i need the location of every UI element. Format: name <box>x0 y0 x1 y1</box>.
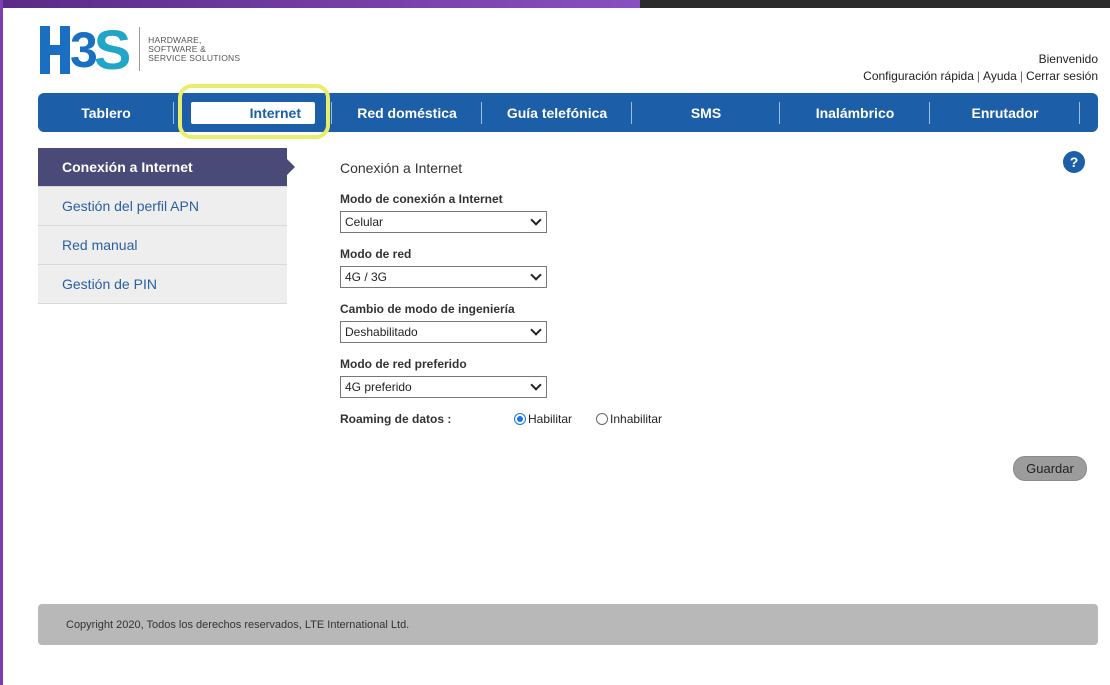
chevron-down-icon <box>530 324 542 336</box>
connection-mode-select[interactable]: Celular <box>340 211 547 233</box>
sidebar-item-conexion-internet[interactable]: Conexión a Internet <box>38 148 295 187</box>
sidebar: Conexión a Internet Gestión del perfil A… <box>38 148 295 304</box>
roaming-disable-option[interactable]: Inhabilitar <box>596 412 662 426</box>
logo-letter-s: S <box>93 18 132 81</box>
engineering-mode-label: Cambio de modo de ingeniería <box>340 302 515 316</box>
header-links: Configuración rápida | Ayuda | Cerrar sesión <box>863 69 1098 83</box>
save-button[interactable]: Guardar <box>1013 456 1087 481</box>
engineering-mode-select[interactable]: Deshabilitado <box>340 321 547 343</box>
nav-tab-label: SMS <box>690 104 722 121</box>
copyright-text: Copyright 2020, Todos los derechos reser… <box>66 618 410 631</box>
main-content: Conexión a Internet Modo de conexión a I… <box>340 160 1080 426</box>
main-nav: Tablero Internet Red doméstica Guía tele… <box>38 93 1098 132</box>
nav-tab-guia-telefonica[interactable]: Guía telefónica <box>482 93 632 132</box>
footer: Copyright 2020, Todos los derechos reser… <box>38 604 1098 645</box>
nav-tab-label: Guía telefónica <box>506 104 608 121</box>
sidebar-item-gestion-pin[interactable]: Gestión de PIN <box>38 265 287 304</box>
page-title: Conexión a Internet <box>340 160 463 176</box>
quick-setup-link[interactable]: Configuración rápida <box>863 69 974 83</box>
window-top-accent <box>0 0 640 8</box>
logo-divider <box>139 27 141 71</box>
network-mode-value: 4G / 3G <box>345 270 388 284</box>
preferred-network-select[interactable]: 4G preferido <box>340 376 547 398</box>
chevron-down-icon <box>530 269 542 281</box>
preferred-network-value: 4G preferido <box>345 380 412 394</box>
nav-tab-label: Tablero <box>81 104 131 121</box>
link-separator: | <box>1019 69 1023 83</box>
help-link[interactable]: Ayuda <box>983 69 1017 83</box>
nav-tab-inalambrico[interactable]: Inalámbrico <box>780 93 930 132</box>
engineering-mode-value: Deshabilitado <box>345 325 418 339</box>
chevron-down-icon <box>530 214 542 226</box>
nav-tab-label: Enrutador <box>971 104 1039 121</box>
nav-tab-tablero[interactable]: Tablero <box>38 93 174 132</box>
sidebar-item-perfil-apn[interactable]: Gestión del perfil APN <box>38 187 287 226</box>
nav-tab-internet[interactable]: Internet <box>174 93 332 132</box>
radio-icon[interactable] <box>596 413 609 425</box>
welcome-text: Bienvenido <box>1038 52 1098 66</box>
link-separator: | <box>976 69 981 83</box>
data-roaming-row: Roaming de datos : Habilitar Inhabilitar <box>340 412 1080 426</box>
brand-logo: 3 S HARDWARE, SOFTWARE & SERVICE SOLUTIO… <box>40 18 241 81</box>
logo-tagline-line-3: SERVICE SOLUTIONS <box>148 52 241 63</box>
data-roaming-label: Roaming de datos : <box>340 412 452 426</box>
roaming-enable-label: Habilitar <box>528 412 573 426</box>
chevron-down-icon <box>530 379 542 391</box>
window-top-bar <box>0 0 1110 8</box>
nav-tab-label: Red doméstica <box>357 104 457 121</box>
preferred-network-label: Modo de red preferido <box>340 357 467 371</box>
nav-tab-label: Internet <box>191 101 315 124</box>
nav-tab-sms[interactable]: SMS <box>632 93 780 132</box>
network-mode-label: Modo de red <box>340 247 412 261</box>
roaming-disable-label: Inhabilitar <box>610 412 663 426</box>
logo-h-shape <box>40 26 72 74</box>
connection-mode-label: Modo de conexión a Internet <box>340 192 503 206</box>
nav-tab-red-domestica[interactable]: Red doméstica <box>332 93 482 132</box>
connection-mode-value: Celular <box>345 215 384 229</box>
network-mode-select[interactable]: 4G / 3G <box>340 266 547 288</box>
roaming-enable-option[interactable]: Habilitar <box>514 412 572 426</box>
sidebar-item-red-manual[interactable]: Red manual <box>38 226 287 265</box>
logo-tagline: HARDWARE, SOFTWARE & SERVICE SOLUTIONS <box>148 35 241 63</box>
logo-mark: 3 S <box>40 18 132 81</box>
nav-tab-label: Inalámbrico <box>815 104 895 121</box>
radio-icon[interactable] <box>514 413 526 425</box>
window-left-border <box>0 0 3 685</box>
logout-link[interactable]: Cerrar sesión <box>1026 69 1098 83</box>
nav-tab-enrutador[interactable]: Enrutador <box>930 93 1080 132</box>
